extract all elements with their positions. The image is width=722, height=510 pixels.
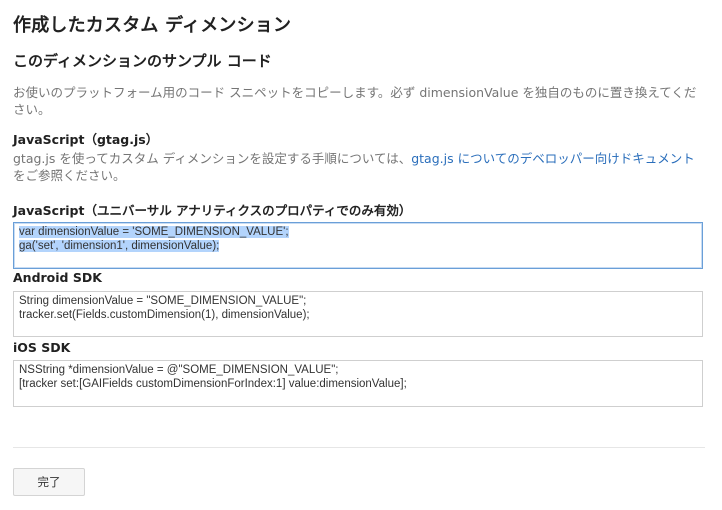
gtag-description: gtag.js を使ってカスタム ディメンションを設定する手順については、gta… bbox=[13, 150, 703, 184]
gtag-desc-after: をご参照ください。 bbox=[13, 168, 126, 183]
sample-code-heading: このディメンションのサンプル コード bbox=[13, 52, 272, 70]
ios-code-line-1: NSString *dimensionValue = @"SOME_DIMENS… bbox=[19, 364, 339, 376]
done-button[interactable]: 完了 bbox=[13, 468, 85, 496]
analytics-js-label: JavaScript（ユニバーサル アナリティクスのプロパティでのみ有効） bbox=[13, 203, 412, 218]
ios-sdk-label: iOS SDK bbox=[13, 340, 71, 355]
ios-code-line-2: [tracker set:[GAIFields customDimensionF… bbox=[19, 378, 407, 390]
android-sdk-code-box[interactable]: String dimensionValue = "SOME_DIMENSION_… bbox=[13, 291, 703, 337]
sample-code-intro: お使いのプラットフォーム用のコード スニペットをコピーします。必ず dimens… bbox=[13, 85, 697, 117]
ios-sdk-code-box[interactable]: NSString *dimensionValue = @"SOME_DIMENS… bbox=[13, 360, 703, 407]
page-title: 作成したカスタム ディメンション bbox=[13, 15, 292, 36]
gtag-docs-link[interactable]: gtag.js についてのデベロッパー向けドキュメント bbox=[411, 151, 695, 166]
gtag-desc-before: gtag.js を使ってカスタム ディメンションを設定する手順については、 bbox=[13, 151, 412, 166]
analytics-js-code-box[interactable]: var dimensionValue = 'SOME_DIMENSION_VAL… bbox=[13, 222, 703, 269]
footer-divider bbox=[13, 447, 705, 448]
analytics-code-line-1: var dimensionValue = 'SOME_DIMENSION_VAL… bbox=[19, 226, 289, 238]
gtag-label: JavaScript（gtag.js） bbox=[13, 132, 159, 147]
android-code-line-2: tracker.set(Fields.customDimension(1), d… bbox=[19, 309, 310, 321]
android-code-line-1: String dimensionValue = "SOME_DIMENSION_… bbox=[19, 295, 307, 307]
android-sdk-label: Android SDK bbox=[13, 270, 102, 285]
analytics-code-line-2: ga('set', 'dimension1', dimensionValue); bbox=[19, 240, 220, 252]
